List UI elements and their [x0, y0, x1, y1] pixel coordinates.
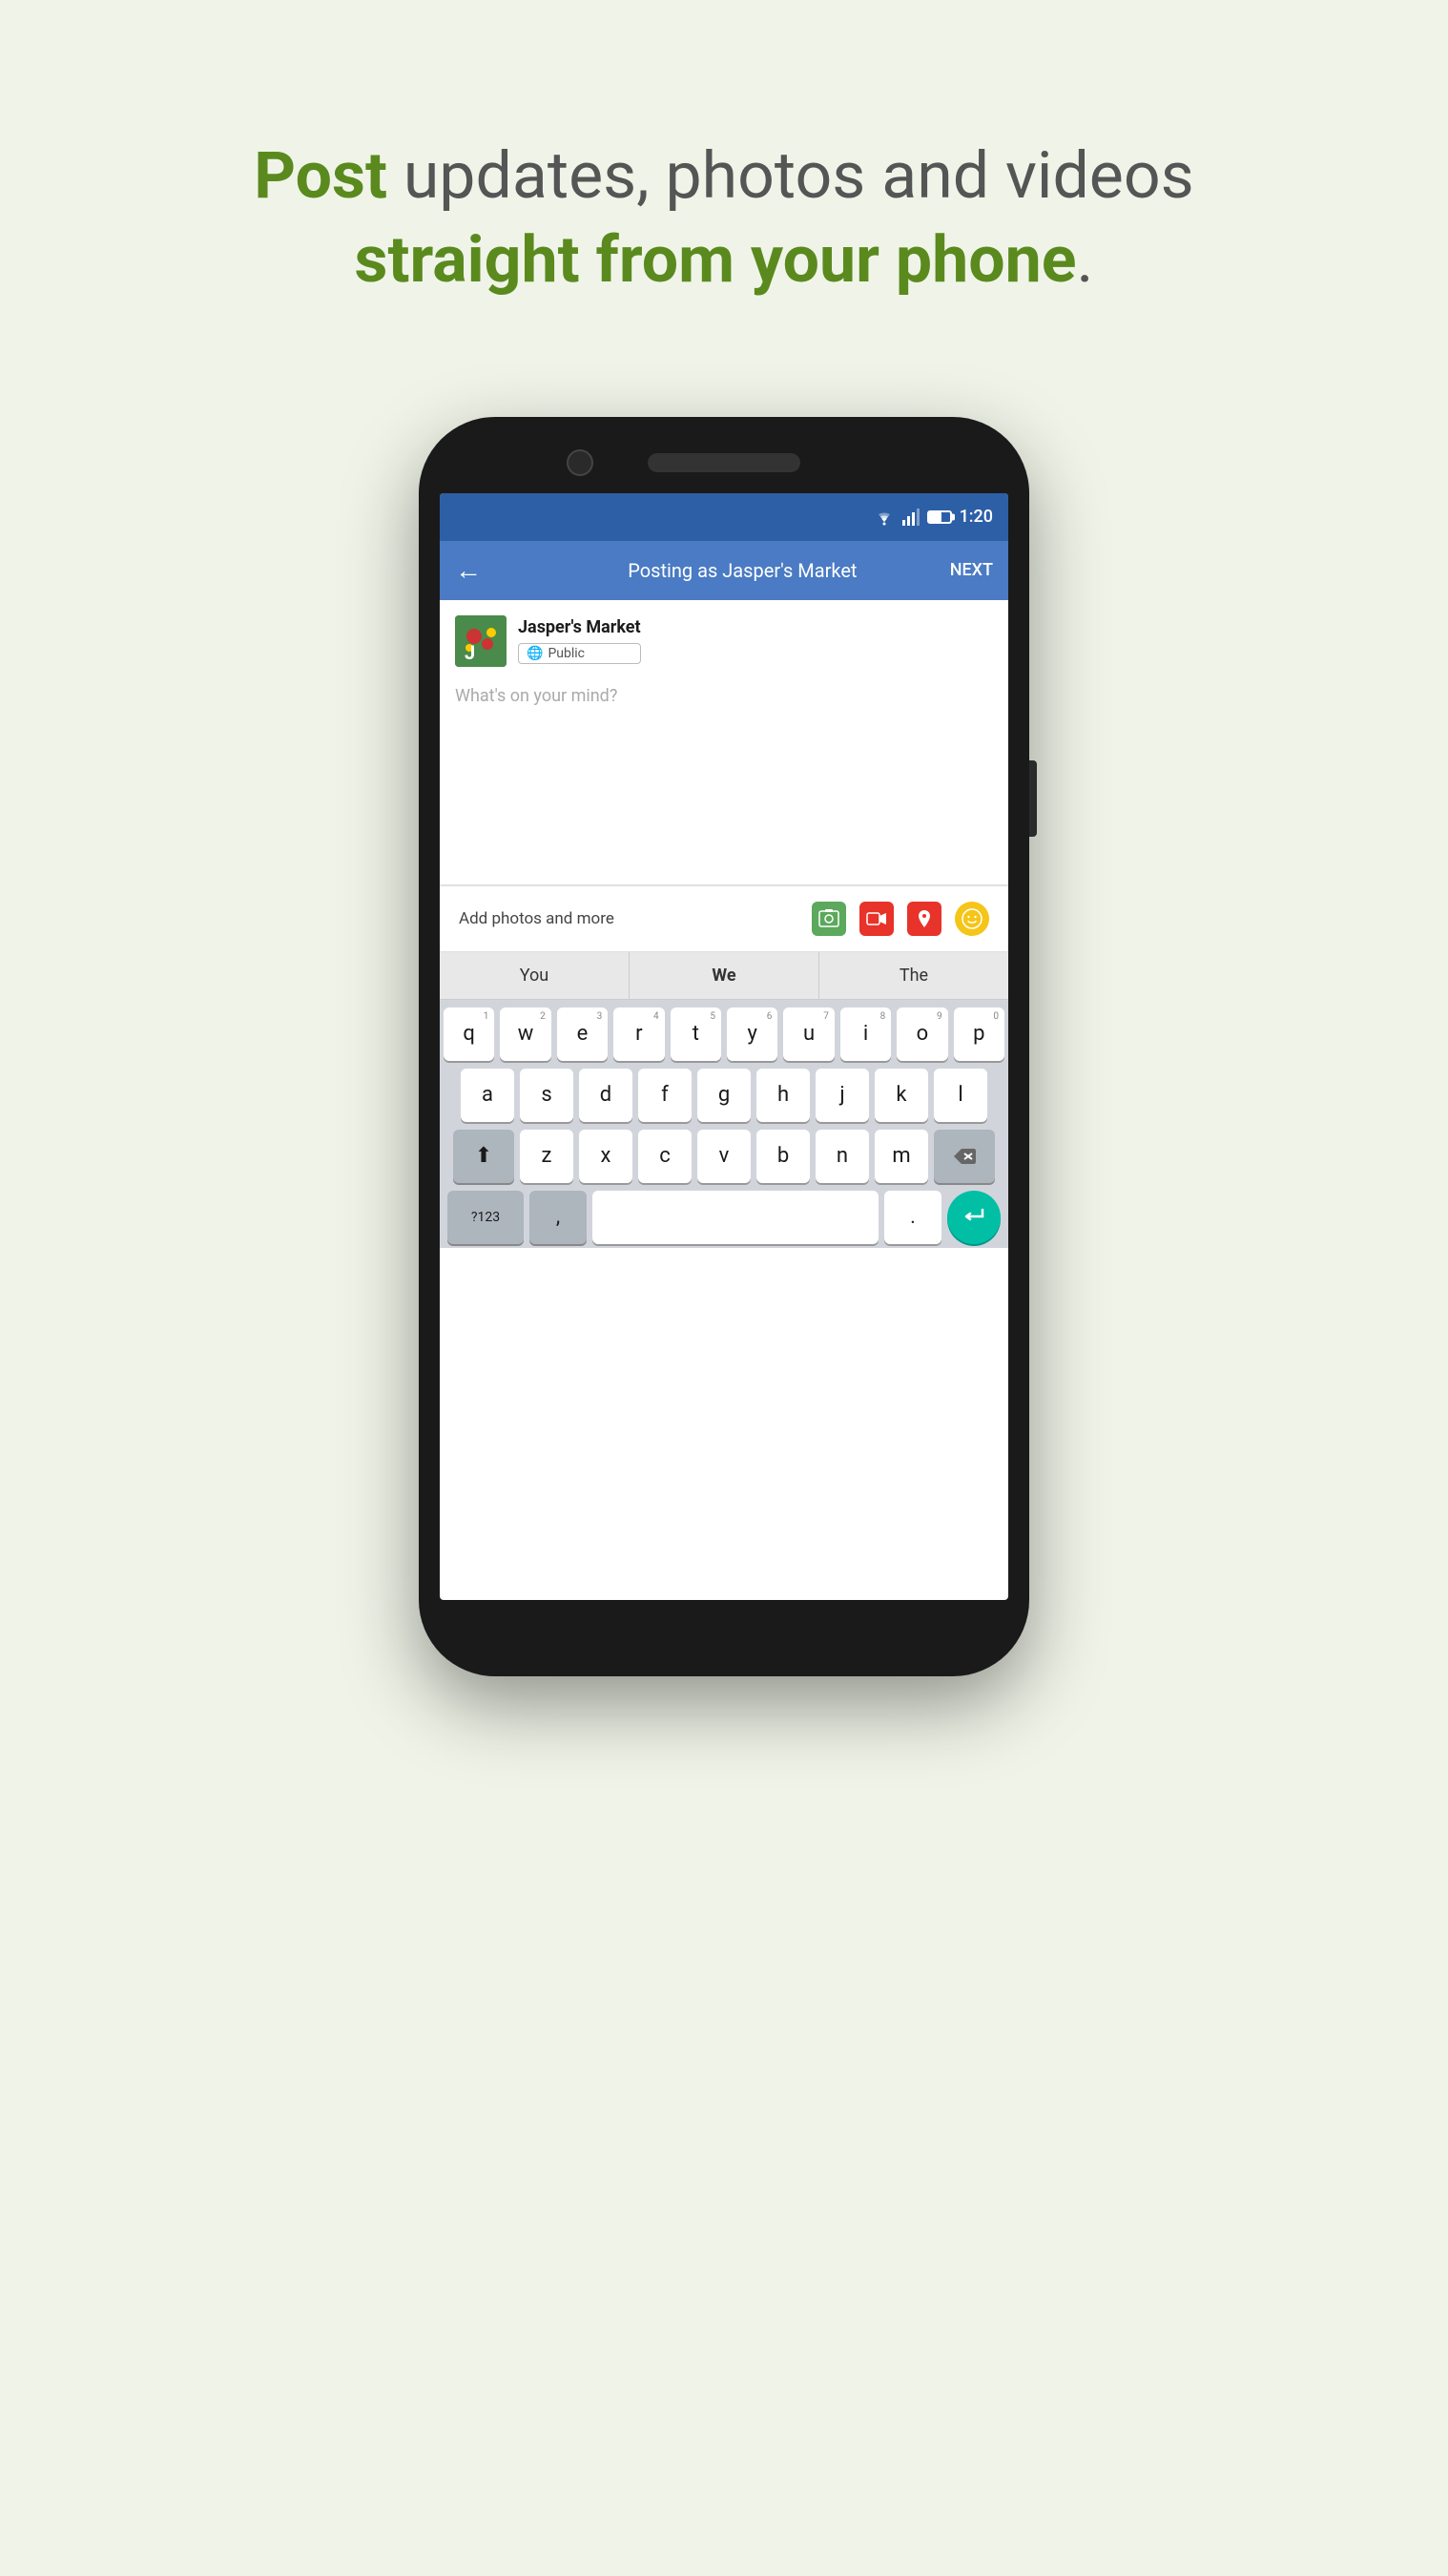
- key-q[interactable]: 1q: [444, 1008, 494, 1061]
- key-o[interactable]: 9o: [897, 1008, 947, 1061]
- key-k[interactable]: k: [875, 1069, 928, 1122]
- headline-rest: updates, photos and videos: [387, 137, 1194, 214]
- key-m[interactable]: m: [875, 1130, 928, 1183]
- key-123[interactable]: ?123: [447, 1191, 524, 1244]
- headline-bold: Post: [254, 137, 387, 214]
- status-time: 1:20: [960, 507, 993, 527]
- key-f[interactable]: f: [638, 1069, 692, 1122]
- post-area: J Jasper's Market 🌐 Public What's on you…: [440, 600, 1008, 885]
- suggestion-you[interactable]: You: [440, 952, 630, 999]
- video-icon[interactable]: [859, 902, 894, 936]
- suggestion-the[interactable]: The: [819, 952, 1008, 999]
- emoji-icon[interactable]: [955, 902, 989, 936]
- location-icon[interactable]: [907, 902, 941, 936]
- back-button[interactable]: ←: [455, 554, 482, 586]
- key-enter[interactable]: [947, 1191, 1001, 1244]
- status-icons: 1:20: [874, 507, 993, 527]
- key-w[interactable]: 2w: [500, 1008, 550, 1061]
- key-shift[interactable]: ⬆: [453, 1130, 514, 1183]
- globe-icon: 🌐: [527, 646, 543, 661]
- wifi-icon: [874, 509, 895, 526]
- status-bar: 1:20: [440, 493, 1008, 541]
- phone-wrapper: 1:20 ← Posting as Jasper's Market NEXT: [419, 417, 1029, 1676]
- poster-info: J Jasper's Market 🌐 Public: [455, 615, 993, 667]
- phone-camera: [567, 449, 593, 476]
- privacy-badge[interactable]: 🌐 Public: [518, 643, 641, 664]
- key-v[interactable]: v: [697, 1130, 751, 1183]
- next-button[interactable]: NEXT: [950, 560, 993, 580]
- phone-side-button: [1029, 760, 1037, 837]
- key-e[interactable]: 3e: [557, 1008, 608, 1061]
- key-p[interactable]: 0p: [954, 1008, 1004, 1061]
- key-g[interactable]: g: [697, 1069, 751, 1122]
- key-t[interactable]: 5t: [671, 1008, 721, 1061]
- keyboard-bottom-row: ?123 , .: [444, 1191, 1004, 1244]
- app-bar: ← Posting as Jasper's Market NEXT: [440, 541, 1008, 600]
- key-d[interactable]: d: [579, 1069, 632, 1122]
- key-c[interactable]: c: [638, 1130, 692, 1183]
- suggestion-we[interactable]: We: [630, 952, 819, 999]
- key-j[interactable]: j: [816, 1069, 869, 1122]
- key-i[interactable]: 8i: [840, 1008, 891, 1061]
- key-a[interactable]: a: [461, 1069, 514, 1122]
- svg-text:J: J: [465, 641, 475, 664]
- keyboard-row-2: a s d f g h j k l: [444, 1069, 1004, 1122]
- key-s[interactable]: s: [520, 1069, 573, 1122]
- key-space[interactable]: [592, 1191, 879, 1244]
- headline-dot: .: [1076, 221, 1093, 298]
- key-z[interactable]: z: [520, 1130, 573, 1183]
- post-input[interactable]: What's on your mind?: [455, 678, 993, 869]
- headline: Post updates, photos and videos straight…: [254, 134, 1194, 302]
- key-x[interactable]: x: [579, 1130, 632, 1183]
- key-delete[interactable]: [934, 1130, 995, 1183]
- headline-line2: straight from your phone: [355, 221, 1077, 298]
- privacy-label: Public: [548, 646, 585, 661]
- key-comma[interactable]: ,: [529, 1191, 587, 1244]
- add-photos-label: Add photos and more: [459, 909, 614, 928]
- poster-details: Jasper's Market 🌐 Public: [518, 617, 641, 664]
- key-h[interactable]: h: [756, 1069, 810, 1122]
- key-n[interactable]: n: [816, 1130, 869, 1183]
- keyboard-row-1: 1q 2w 3e 4r 5t 6y 7u 8i 9o 0p: [444, 1008, 1004, 1061]
- avatar: J: [455, 615, 507, 667]
- key-b[interactable]: b: [756, 1130, 810, 1183]
- phone-screen: 1:20 ← Posting as Jasper's Market NEXT: [440, 493, 1008, 1600]
- poster-name: Jasper's Market: [518, 617, 641, 637]
- app-bar-title: Posting as Jasper's Market: [497, 559, 988, 582]
- add-photos-bar: Add photos and more: [440, 885, 1008, 952]
- suggestions-row: You We The: [440, 952, 1008, 1000]
- signal-icon: [902, 509, 920, 526]
- action-icons: [812, 902, 989, 936]
- key-period[interactable]: .: [884, 1191, 941, 1244]
- key-r[interactable]: 4r: [613, 1008, 664, 1061]
- keyboard: 1q 2w 3e 4r 5t 6y 7u 8i 9o 0p a s d f: [440, 1000, 1008, 1248]
- keyboard-row-3: ⬆ z x c v b n m: [444, 1130, 1004, 1183]
- key-l[interactable]: l: [934, 1069, 987, 1122]
- phone-shell: 1:20 ← Posting as Jasper's Market NEXT: [419, 417, 1029, 1676]
- key-u[interactable]: 7u: [783, 1008, 834, 1061]
- battery-icon: [927, 510, 952, 524]
- phone-speaker: [648, 453, 800, 472]
- key-y[interactable]: 6y: [727, 1008, 777, 1061]
- photo-icon[interactable]: [812, 902, 846, 936]
